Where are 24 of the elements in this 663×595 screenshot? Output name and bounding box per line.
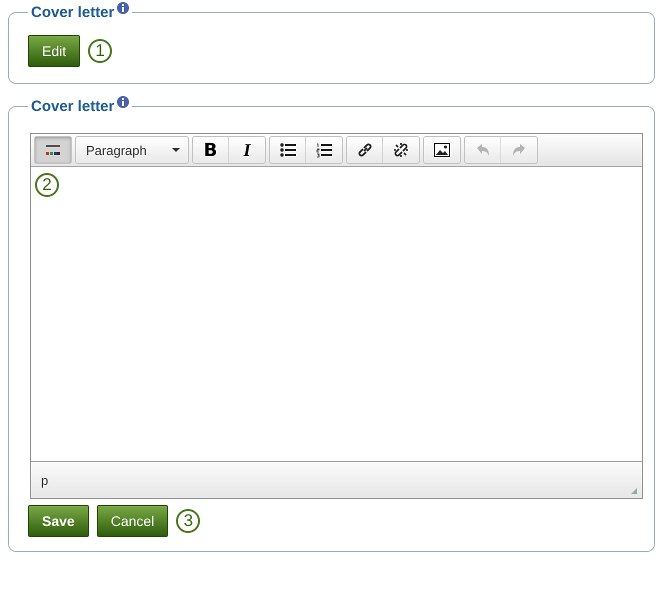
action-button[interactable]: Save bbox=[28, 505, 89, 537]
toolbar-toggle-icon bbox=[46, 144, 60, 156]
italic-button[interactable]: I bbox=[229, 137, 265, 163]
element-path[interactable]: p bbox=[41, 472, 48, 488]
info-icon[interactable] bbox=[117, 96, 130, 108]
unlink-icon bbox=[393, 142, 409, 158]
callout-number: 3 bbox=[176, 509, 200, 533]
callout-number: 2 bbox=[35, 173, 59, 197]
bulleted-list-icon bbox=[280, 143, 296, 157]
resize-handle-icon[interactable] bbox=[630, 487, 638, 495]
toggle-button[interactable] bbox=[35, 137, 71, 163]
section-title: Cover letter bbox=[31, 98, 114, 115]
section-title: Cover letter bbox=[31, 4, 114, 21]
format-dropdown[interactable]: Paragraph bbox=[76, 137, 188, 163]
undo-icon bbox=[476, 143, 490, 157]
image-icon bbox=[434, 143, 450, 157]
action-button[interactable]: Edit bbox=[28, 35, 80, 67]
redo-icon bbox=[512, 143, 526, 157]
numbered-list-icon bbox=[316, 142, 332, 158]
action-button[interactable]: Cancel bbox=[96, 505, 168, 537]
callout-number: 1 bbox=[88, 39, 112, 63]
info-icon[interactable] bbox=[117, 2, 130, 14]
link-icon bbox=[356, 142, 372, 158]
bold-button[interactable]: B bbox=[193, 137, 229, 163]
